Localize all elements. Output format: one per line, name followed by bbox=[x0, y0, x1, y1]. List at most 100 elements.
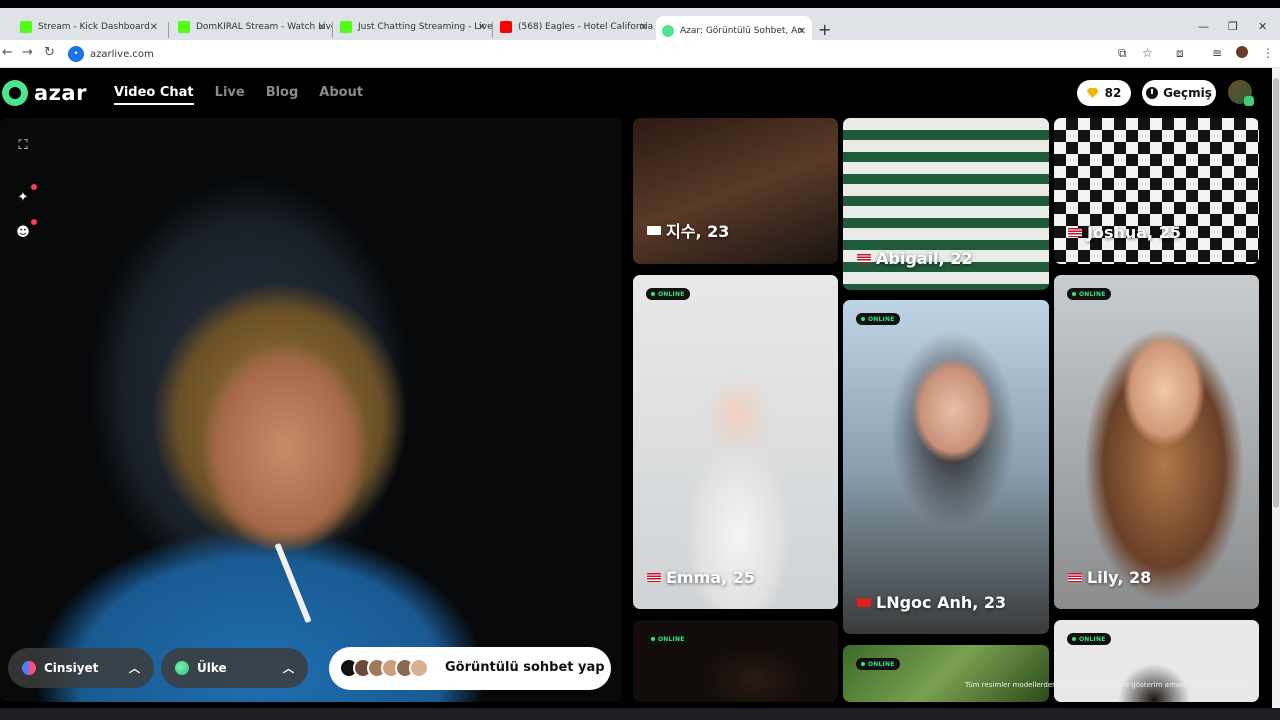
profile-name: LNgoc Anh, 23 bbox=[876, 593, 1007, 612]
history-label: Geçmiş bbox=[1163, 86, 1212, 100]
gem-count: 82 bbox=[1104, 86, 1122, 100]
scrollbar-thumb[interactable] bbox=[1273, 78, 1279, 508]
avatar-stack bbox=[339, 658, 429, 678]
effects-sparkle-icon[interactable]: ✦ bbox=[15, 184, 37, 205]
maximize-icon[interactable]: ❐ bbox=[1228, 20, 1238, 33]
back-icon[interactable]: ← bbox=[2, 45, 13, 60]
online-badge: ONLINE bbox=[646, 633, 690, 645]
close-window-icon[interactable]: ✕ bbox=[1258, 20, 1267, 33]
profile-caption: 지수, 23 bbox=[647, 218, 729, 242]
tab-title: DomKIRAL Stream - Watch Live bbox=[196, 22, 332, 32]
start-video-chat-button[interactable]: Görüntülü sohbet yap bbox=[329, 647, 611, 690]
cast-icon[interactable]: ⧉ bbox=[1118, 46, 1127, 61]
page-scrollbar[interactable] bbox=[1272, 68, 1280, 708]
profile-name: Emma, 25 bbox=[666, 568, 755, 587]
gender-icon bbox=[22, 661, 36, 675]
gender-filter-label: Cinsiyet bbox=[44, 661, 99, 675]
status-dot bbox=[1244, 96, 1254, 106]
globe-icon bbox=[175, 661, 189, 675]
profile-name: Joshua, 25 bbox=[1087, 223, 1181, 242]
start-label: Görüntülü sohbet yap bbox=[445, 660, 605, 675]
main-nav: Video Chat Live Blog About bbox=[114, 85, 363, 105]
profile-caption: Abigail, 22 bbox=[857, 249, 972, 268]
profile-name: 지수, 23 bbox=[666, 222, 730, 241]
profile-caption: LNgoc Anh, 23 bbox=[857, 593, 1006, 612]
flag-us-icon bbox=[1068, 228, 1082, 237]
online-badge: ONLINE bbox=[1067, 633, 1111, 645]
browser-tab[interactable]: (568) Eagles - Hotel California ✕ bbox=[494, 14, 654, 40]
nav-video-chat[interactable]: Video Chat bbox=[114, 85, 194, 105]
os-taskbar bbox=[0, 708, 1280, 720]
profile-card[interactable]: ONLINE bbox=[843, 645, 1049, 702]
nav-live[interactable]: Live bbox=[215, 85, 245, 105]
chevron-up-icon: ︿ bbox=[283, 662, 294, 675]
forward-icon[interactable]: → bbox=[22, 45, 33, 60]
profile-card[interactable]: 지수, 23 bbox=[633, 118, 838, 264]
nav-blog[interactable]: Blog bbox=[266, 85, 299, 105]
browser-tab-bar: Stream - Kick Dashboard ✕ DomKIRAL Strea… bbox=[0, 0, 1280, 46]
menu-icon[interactable]: ⋮ bbox=[1262, 46, 1274, 60]
kick-icon bbox=[20, 21, 32, 33]
fullscreen-icon[interactable]: ⛶ bbox=[15, 137, 31, 153]
history-button[interactable]: Geçmiş bbox=[1142, 80, 1216, 106]
country-filter-label: Ülke bbox=[197, 661, 227, 675]
online-badge: ONLINE bbox=[856, 658, 900, 670]
profile-card[interactable]: ONLINE bbox=[1054, 620, 1259, 702]
video-detail bbox=[274, 542, 312, 624]
gender-filter[interactable]: Cinsiyet ︿ bbox=[8, 648, 154, 688]
country-filter[interactable]: Ülke ︿ bbox=[161, 648, 308, 688]
browser-tab[interactable]: DomKIRAL Stream - Watch Live ✕ bbox=[172, 14, 332, 40]
self-video-feed bbox=[0, 118, 622, 702]
logo-text: azar bbox=[34, 81, 87, 105]
profile-card[interactable]: ONLINE LNgoc Anh, 23 bbox=[843, 300, 1049, 634]
site-info-icon[interactable]: • bbox=[68, 46, 84, 62]
profile-name: Lily, 28 bbox=[1087, 568, 1152, 587]
tab-title: Azar: Görüntülü Sohbet, An bbox=[680, 26, 804, 36]
close-icon[interactable]: ✕ bbox=[150, 22, 158, 33]
profile-caption: Lily, 28 bbox=[1068, 568, 1151, 587]
disclaimer-text: Tüm resimler modellerden alınmıştır ve s… bbox=[965, 681, 1248, 689]
profile-card[interactable]: Joshua, 25 bbox=[1054, 118, 1259, 264]
tab-title: (568) Eagles - Hotel California bbox=[518, 22, 654, 32]
url-field[interactable]: • azarlive.com bbox=[68, 43, 1098, 65]
gem-balance-button[interactable]: 82 bbox=[1077, 80, 1131, 106]
new-tab-icon[interactable]: + bbox=[818, 20, 831, 39]
profile-icon[interactable] bbox=[1236, 46, 1248, 58]
profile-card[interactable]: ONLINE Emma, 25 bbox=[633, 275, 838, 609]
online-badge: ONLINE bbox=[856, 313, 900, 325]
url-text: azarlive.com bbox=[90, 48, 154, 60]
close-icon[interactable]: ✕ bbox=[478, 22, 486, 33]
close-icon[interactable]: ✕ bbox=[318, 22, 326, 33]
kick-icon bbox=[340, 21, 352, 33]
flag-kr-icon bbox=[647, 225, 661, 235]
youtube-icon bbox=[500, 21, 512, 33]
profile-card[interactable]: ONLINE bbox=[633, 620, 838, 702]
profile-name: Abigail, 22 bbox=[876, 249, 973, 268]
chevron-up-icon: ︿ bbox=[129, 662, 140, 675]
azar-logo[interactable]: azar bbox=[2, 80, 87, 106]
azar-icon bbox=[662, 25, 674, 37]
user-avatar[interactable] bbox=[1228, 80, 1254, 106]
browser-tab[interactable]: Stream - Kick Dashboard ✕ bbox=[14, 14, 164, 40]
profile-card[interactable]: ONLINE Lily, 28 bbox=[1054, 275, 1259, 609]
profile-caption: Emma, 25 bbox=[647, 568, 755, 587]
app-header: azar Video Chat Live Blog About 82 Geçmi… bbox=[0, 68, 1272, 118]
profile-caption: Joshua, 25 bbox=[1068, 223, 1181, 242]
tab-title: Just Chatting Streaming - Live bbox=[358, 22, 492, 32]
flag-us-icon bbox=[1068, 573, 1082, 582]
nav-about[interactable]: About bbox=[319, 85, 363, 105]
profile-card[interactable]: Abigail, 22 bbox=[843, 118, 1049, 290]
close-icon[interactable]: ✕ bbox=[640, 22, 648, 33]
bookmark-star-icon[interactable]: ☆ bbox=[1142, 46, 1153, 60]
browser-tab[interactable]: Just Chatting Streaming - Live ✕ bbox=[334, 14, 492, 40]
face-filter-icon[interactable]: ☻ bbox=[15, 219, 37, 240]
minimize-icon[interactable]: — bbox=[1198, 20, 1209, 33]
tab-title: Stream - Kick Dashboard bbox=[38, 22, 150, 32]
kick-icon bbox=[178, 21, 190, 33]
reload-icon[interactable]: ↻ bbox=[44, 45, 55, 60]
extensions-icon[interactable]: ⧈ bbox=[1176, 46, 1184, 61]
reading-list-icon[interactable]: ≡ bbox=[1212, 46, 1222, 60]
flag-us-icon bbox=[857, 254, 871, 263]
close-icon[interactable]: ✕ bbox=[798, 26, 806, 37]
clock-icon bbox=[1146, 87, 1159, 99]
